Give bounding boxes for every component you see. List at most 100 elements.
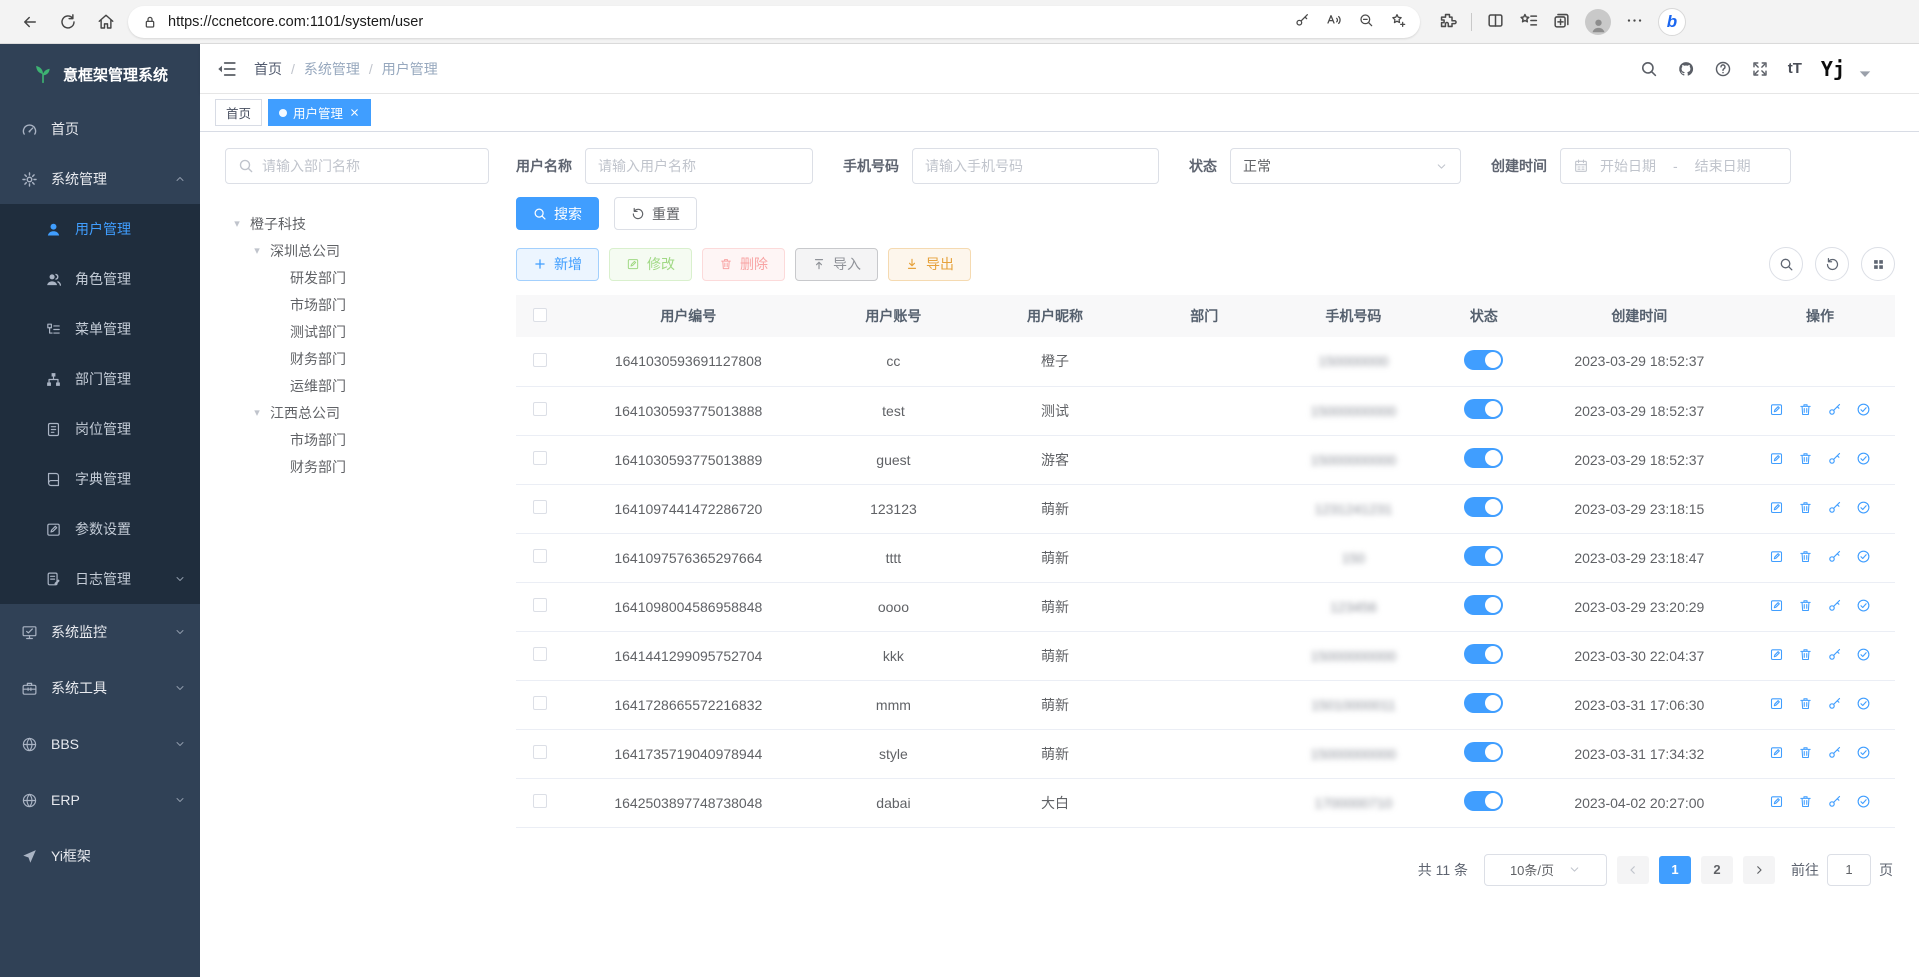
header-search-icon[interactable] <box>1640 60 1658 78</box>
sidebar-toggle-icon[interactable] <box>216 58 238 80</box>
row-delete-button[interactable] <box>1798 598 1813 613</box>
row-reset-password-button[interactable] <box>1827 549 1842 564</box>
sidebar-item-参数设置[interactable]: 参数设置 <box>0 504 200 554</box>
row-edit-button[interactable] <box>1769 647 1784 662</box>
favorites-bar-button[interactable] <box>1519 11 1538 33</box>
tree-node-财务部门[interactable]: 财务部门 <box>225 453 489 480</box>
row-checkbox[interactable] <box>533 353 547 367</box>
tree-node-市场部门[interactable]: 市场部门 <box>225 426 489 453</box>
tree-node-橙子科技[interactable]: ▾橙子科技 <box>225 210 489 237</box>
export-button[interactable]: 导出 <box>888 248 971 281</box>
sidebar-item-系统工具[interactable]: 系统工具 <box>0 660 200 716</box>
extensions-button[interactable] <box>1438 11 1457 33</box>
row-assign-role-button[interactable] <box>1856 745 1871 760</box>
status-toggle[interactable] <box>1464 693 1503 713</box>
sidebar-item-菜单管理[interactable]: 菜单管理 <box>0 304 200 354</box>
add-button[interactable]: 新增 <box>516 248 599 281</box>
row-edit-button[interactable] <box>1769 696 1784 711</box>
sidebar-item-系统监控[interactable]: 系统监控 <box>0 604 200 660</box>
row-delete-button[interactable] <box>1798 794 1813 809</box>
search-button[interactable]: 搜索 <box>516 197 599 230</box>
sidebar-item-部门管理[interactable]: 部门管理 <box>0 354 200 404</box>
row-reset-password-button[interactable] <box>1827 696 1842 711</box>
status-toggle[interactable] <box>1464 448 1503 468</box>
dept-search-input[interactable] <box>225 148 489 184</box>
row-assign-role-button[interactable] <box>1856 549 1871 564</box>
row-checkbox[interactable] <box>533 549 547 563</box>
fullscreen-icon[interactable] <box>1751 60 1769 78</box>
collections-button[interactable] <box>1552 11 1571 33</box>
row-checkbox[interactable] <box>533 647 547 661</box>
import-button[interactable]: 导入 <box>795 248 878 281</box>
copilot-button[interactable]: b <box>1658 8 1686 36</box>
prev-page-button[interactable] <box>1617 856 1649 884</box>
row-checkbox[interactable] <box>533 500 547 514</box>
more-button[interactable] <box>1625 11 1644 33</box>
tree-node-运维部门[interactable]: 运维部门 <box>225 372 489 399</box>
sidebar-item-岗位管理[interactable]: 岗位管理 <box>0 404 200 454</box>
row-reset-password-button[interactable] <box>1827 402 1842 417</box>
tree-node-财务部门[interactable]: 财务部门 <box>225 345 489 372</box>
username-input[interactable] <box>585 148 813 184</box>
row-edit-button[interactable] <box>1769 402 1784 417</box>
edit-button[interactable]: 修改 <box>609 248 692 281</box>
row-edit-button[interactable] <box>1769 549 1784 564</box>
page-button-2[interactable]: 2 <box>1701 856 1733 884</box>
browser-home-button[interactable] <box>90 6 122 38</box>
sidebar-item-Yi框架[interactable]: Yi框架 <box>0 828 200 884</box>
row-reset-password-button[interactable] <box>1827 745 1842 760</box>
row-reset-password-button[interactable] <box>1827 794 1842 809</box>
row-delete-button[interactable] <box>1798 745 1813 760</box>
status-toggle[interactable] <box>1464 350 1503 370</box>
username-field[interactable] <box>598 158 800 174</box>
row-checkbox[interactable] <box>533 794 547 808</box>
row-checkbox[interactable] <box>533 598 547 612</box>
delete-button[interactable]: 删除 <box>702 248 785 281</box>
row-delete-button[interactable] <box>1798 500 1813 515</box>
goto-page-input[interactable] <box>1827 854 1871 886</box>
app-logo[interactable]: 意框架管理系统 <box>0 44 200 104</box>
status-select[interactable]: 正常 <box>1230 148 1461 184</box>
github-icon[interactable] <box>1677 60 1695 78</box>
status-toggle[interactable] <box>1464 595 1503 615</box>
status-toggle[interactable] <box>1464 399 1503 419</box>
row-delete-button[interactable] <box>1798 549 1813 564</box>
show-search-button[interactable] <box>1769 247 1803 281</box>
date-range-picker[interactable]: 开始日期 - 结束日期 <box>1560 148 1791 184</box>
row-assign-role-button[interactable] <box>1856 500 1871 515</box>
font-size-icon[interactable]: tT <box>1788 60 1802 77</box>
row-assign-role-button[interactable] <box>1856 647 1871 662</box>
row-checkbox[interactable] <box>533 745 547 759</box>
row-checkbox[interactable] <box>533 402 547 416</box>
tree-node-深圳总公司[interactable]: ▾深圳总公司 <box>225 237 489 264</box>
phone-input[interactable] <box>912 148 1159 184</box>
status-toggle[interactable] <box>1464 742 1503 762</box>
star-plus-button[interactable] <box>1390 12 1406 31</box>
row-edit-button[interactable] <box>1769 451 1784 466</box>
sidebar-item-BBS[interactable]: BBS <box>0 716 200 772</box>
row-delete-button[interactable] <box>1798 647 1813 662</box>
zoom-out-button[interactable] <box>1358 12 1374 31</box>
row-assign-role-button[interactable] <box>1856 451 1871 466</box>
row-reset-password-button[interactable] <box>1827 451 1842 466</box>
tree-node-江西总公司[interactable]: ▾江西总公司 <box>225 399 489 426</box>
row-delete-button[interactable] <box>1798 696 1813 711</box>
refresh-table-button[interactable] <box>1815 247 1849 281</box>
browser-back-button[interactable] <box>14 6 46 38</box>
address-bar[interactable]: https://ccnetcore.com:1101/system/user <box>128 6 1420 38</box>
row-assign-role-button[interactable] <box>1856 402 1871 417</box>
sidebar-item-系统管理[interactable]: 系统管理 <box>0 154 200 204</box>
status-toggle[interactable] <box>1464 644 1503 664</box>
phone-field[interactable] <box>925 158 1146 174</box>
tab-用户管理[interactable]: 用户管理 <box>268 99 371 126</box>
row-assign-role-button[interactable] <box>1856 696 1871 711</box>
row-checkbox[interactable] <box>533 451 547 465</box>
row-edit-button[interactable] <box>1769 500 1784 515</box>
help-icon[interactable] <box>1714 60 1732 78</box>
next-page-button[interactable] <box>1743 856 1775 884</box>
reset-button[interactable]: 重置 <box>614 197 697 230</box>
row-edit-button[interactable] <box>1769 794 1784 809</box>
tree-node-测试部门[interactable]: 测试部门 <box>225 318 489 345</box>
avatar-caret-icon[interactable] <box>1856 65 1874 83</box>
sidebar-item-ERP[interactable]: ERP <box>0 772 200 828</box>
